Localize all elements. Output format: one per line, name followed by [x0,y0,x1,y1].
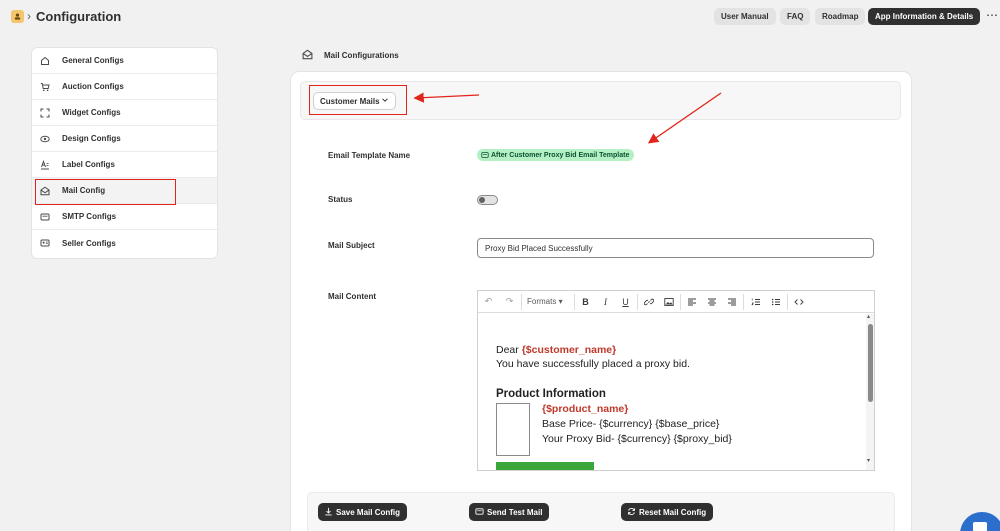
sidebar-item-general-configs[interactable]: General Configs [32,48,217,74]
template-name-badge: After Customer Proxy Bid Email Template [477,149,635,161]
proxy-bid-line: Your Proxy Bid- {$currency} {$proxy_bid} [542,433,732,445]
scroll-thumb[interactable] [868,324,873,402]
editor-toolbar: ↶ ↷ Formats ▾ B I U [478,291,874,313]
undo-icon[interactable]: ↶ [483,296,494,307]
sidebar-item-seller-configs[interactable]: Seller Configs [32,230,217,256]
highlight-dropdown [309,85,407,115]
faq-button[interactable]: FAQ [780,8,811,25]
bold-icon[interactable]: B [580,296,591,307]
chat-icon [973,522,987,531]
user-manual-button[interactable]: User Manual [714,8,776,25]
template-name-label: Email Template Name [328,151,411,160]
home-icon [40,56,50,66]
product-image-placeholder [496,403,530,456]
label-icon [40,159,50,170]
sidebar-item-auction-configs[interactable]: Auction Configs [32,74,217,100]
more-actions-icon[interactable]: ⋯ [986,8,999,22]
app-icon[interactable] [11,10,24,23]
download-icon [325,507,332,516]
numbered-list-icon[interactable] [750,296,761,307]
mail-icon [40,212,50,222]
scroll-up-icon[interactable]: ▴ [867,313,870,320]
send-test-mail-button[interactable]: Send Test Mail [469,503,550,521]
italic-icon[interactable]: I [600,296,611,307]
template-name-value: After Customer Proxy Bid Email Template [491,151,630,159]
save-mail-config-button[interactable]: Save Mail Config [318,503,408,521]
sidebar-item-widget-configs[interactable]: Widget Configs [32,100,217,126]
align-right-icon[interactable] [726,296,737,307]
mail-icon [475,508,484,515]
cart-icon [40,82,50,92]
greeting-line: Dear {$customer_name} [496,344,617,356]
eye-icon [40,134,50,144]
sidebar-item-label: SMTP Configs [62,212,117,221]
customer-name-variable: {$customer_name} [521,344,617,356]
product-information-heading: Product Information [496,388,606,400]
refresh-icon [628,507,635,516]
breadcrumb-chevron-icon: › [27,9,31,23]
config-sidebar: General Configs Auction Configs Widget C… [31,47,218,259]
base-price-line: Base Price- {$currency} {$base_price} [542,418,720,430]
sidebar-item-design-configs[interactable]: Design Configs [32,126,217,152]
source-code-icon[interactable] [793,296,804,307]
mail-content-editor[interactable]: ↶ ↷ Formats ▾ B I U Dear {$customer_name… [477,290,875,471]
mail-subject-label: Mail Subject [328,241,375,250]
status-label: Status [328,195,353,204]
mail-subject-input[interactable] [477,238,874,258]
sidebar-item-label: Design Configs [62,134,121,143]
status-toggle[interactable] [477,195,498,205]
sidebar-item-label: General Configs [62,56,124,65]
id-card-icon [40,238,50,248]
sidebar-item-label: Widget Configs [62,108,121,117]
sidebar-item-label: Label Configs [62,160,115,169]
image-icon[interactable] [663,296,674,307]
bullet-list-icon[interactable] [770,296,781,307]
top-bar: › Configuration User Manual FAQ Roadmap … [0,0,1000,34]
section-title: Mail Configurations [324,51,399,60]
highlight-mail-config [35,179,176,205]
mail-open-icon [302,49,313,60]
roadmap-button[interactable]: Roadmap [815,8,866,25]
redo-icon[interactable]: ↷ [504,296,515,307]
intro-line: You have successfully placed a proxy bid… [496,358,690,370]
align-left-icon[interactable] [686,296,697,307]
mail-icon [481,152,489,158]
formats-dropdown[interactable]: Formats ▾ [527,297,563,306]
sidebar-item-label: Auction Configs [62,82,124,91]
editor-content[interactable]: Dear {$customer_name} You have successfu… [478,314,866,470]
app-information-button[interactable]: App Information & Details [868,8,981,25]
editor-scrollbar[interactable]: ▴ ▾ [866,314,874,470]
chat-support-button[interactable] [960,512,1000,531]
toggle-knob [479,197,485,203]
underline-icon[interactable]: U [620,296,631,307]
scroll-down-icon[interactable]: ▾ [867,457,870,464]
reset-mail-config-button[interactable]: Reset Mail Config [621,503,714,521]
page-title: Configuration [36,9,122,24]
link-icon[interactable] [643,296,654,307]
sidebar-item-smtp-configs[interactable]: SMTP Configs [32,204,217,230]
product-name-variable: {$product_name} [542,403,629,415]
sidebar-item-label: Seller Configs [62,238,116,248]
green-button-preview [496,462,594,470]
frame-icon [40,108,50,118]
sidebar-item-label-configs[interactable]: Label Configs [32,152,217,178]
mail-content-label: Mail Content [328,292,376,301]
align-center-icon[interactable] [706,296,717,307]
